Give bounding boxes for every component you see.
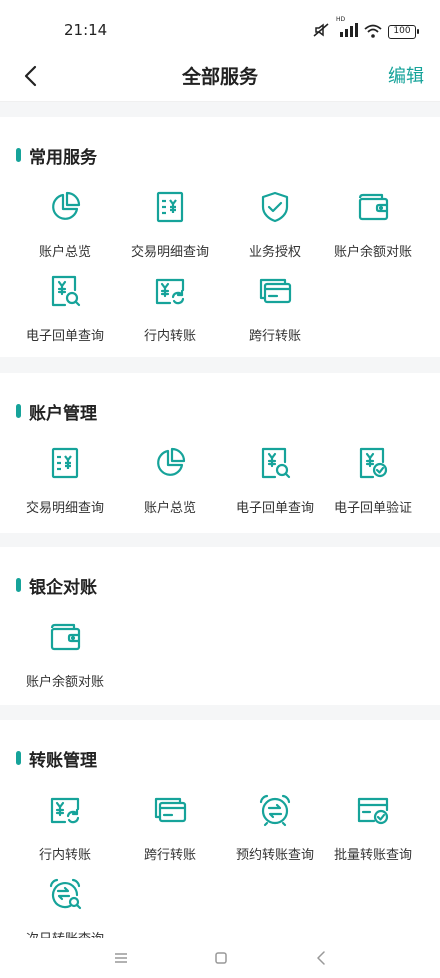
chevron-left-icon xyxy=(24,65,37,87)
back-button[interactable] xyxy=(12,58,48,94)
service-item-business-authorization[interactable]: 业务授权 xyxy=(220,185,330,265)
wifi-icon xyxy=(364,23,382,42)
section-title: 转账管理 xyxy=(16,741,97,775)
service-label: 电子回单查询 xyxy=(235,501,314,516)
yuan-refresh-icon xyxy=(45,790,85,830)
alarm-search-icon xyxy=(45,874,85,914)
shield-check-icon xyxy=(255,187,295,227)
section-common-services: 常用服务 账户总览 交易明细查询 业务授权 账户余额对账 电子回单查询 行内转账… xyxy=(0,117,440,357)
menu-icon xyxy=(115,953,127,963)
square-icon xyxy=(215,952,227,964)
battery-icon: 100 xyxy=(388,25,419,39)
mute-icon xyxy=(312,22,330,42)
card-check-icon xyxy=(353,790,393,830)
service-item-e-receipt-verify[interactable]: 电子回单验证 xyxy=(318,441,428,521)
section-marker xyxy=(16,578,21,592)
service-label: 交易明细查询 xyxy=(130,245,209,260)
wallet-icon xyxy=(45,617,85,657)
service-label: 账户余额对账 xyxy=(25,675,104,690)
service-item-account-overview[interactable]: 账户总览 xyxy=(115,441,225,521)
section-marker xyxy=(16,148,21,162)
service-item-intrabank-transfer[interactable]: 行内转账 xyxy=(10,788,120,868)
service-item-scheduled-transfer-query[interactable]: 预约转账查询 xyxy=(220,788,330,868)
nav-bar: 全部服务 编辑 xyxy=(0,50,440,102)
service-item-balance-reconciliation[interactable]: 账户余额对账 xyxy=(10,615,120,695)
hd-label: HD xyxy=(336,16,346,23)
receipt-search-icon xyxy=(255,443,295,483)
section-marker xyxy=(16,751,21,765)
receipt-search-icon xyxy=(45,271,85,311)
pie-chart-icon xyxy=(150,443,190,483)
service-label: 跨行转账 xyxy=(143,848,196,863)
service-item-transaction-detail[interactable]: 交易明细查询 xyxy=(10,441,120,521)
signal-icon: HD xyxy=(336,16,358,42)
section-account-management: 账户管理 交易明细查询 账户总览 电子回单查询 电子回单验证 xyxy=(0,373,440,533)
service-item-interbank-transfer[interactable]: 跨行转账 xyxy=(220,269,330,349)
service-label: 账户总览 xyxy=(38,245,91,260)
service-item-interbank-transfer[interactable]: 跨行转账 xyxy=(115,788,225,868)
section-title-text: 银企对账 xyxy=(29,577,97,598)
home-button[interactable] xyxy=(206,946,236,970)
yuan-refresh-icon xyxy=(150,271,190,311)
alarm-transfer-icon xyxy=(255,790,295,830)
status-time: 21:14 xyxy=(64,21,108,39)
section-title: 账户管理 xyxy=(16,394,97,428)
yuan-document-icon xyxy=(150,187,190,227)
section-transfer-management: 转账管理 行内转账 跨行转账 预约转账查询 批量转账查询 次日转账查询 xyxy=(0,720,440,947)
wallet-icon xyxy=(353,187,393,227)
service-label: 预约转账查询 xyxy=(235,848,314,863)
service-item-account-overview[interactable]: 账户总览 xyxy=(10,185,120,265)
section-title: 常用服务 xyxy=(16,138,97,172)
service-label: 电子回单查询 xyxy=(25,329,104,344)
section-marker xyxy=(16,404,21,418)
yuan-document-icon xyxy=(45,443,85,483)
chevron-left-icon xyxy=(317,951,325,965)
service-label: 账户总览 xyxy=(143,501,196,516)
service-item-e-receipt-query[interactable]: 电子回单查询 xyxy=(10,269,120,349)
service-item-balance-reconciliation[interactable]: 账户余额对账 xyxy=(318,185,428,265)
system-back-button[interactable] xyxy=(306,946,336,970)
cards-transfer-icon xyxy=(150,790,190,830)
pie-chart-icon xyxy=(45,187,85,227)
service-label: 电子回单验证 xyxy=(333,501,412,516)
receipt-check-icon xyxy=(353,443,393,483)
cards-transfer-icon xyxy=(255,271,295,311)
service-label: 行内转账 xyxy=(38,848,91,863)
status-bar: 21:14 HD 100 xyxy=(0,0,440,50)
service-item-intrabank-transfer[interactable]: 行内转账 xyxy=(115,269,225,349)
service-item-transaction-detail[interactable]: 交易明细查询 xyxy=(115,185,225,265)
page-title: 全部服务 xyxy=(181,66,258,88)
section-title-text: 账户管理 xyxy=(29,403,97,424)
system-nav-bar xyxy=(0,938,440,978)
service-label: 交易明细查询 xyxy=(25,501,104,516)
edit-button[interactable]: 编辑 xyxy=(388,62,424,88)
status-icons: HD 100 xyxy=(312,16,419,42)
service-label: 跨行转账 xyxy=(248,329,301,344)
service-item-batch-transfer-query[interactable]: 批量转账查询 xyxy=(318,788,428,868)
section-title-text: 常用服务 xyxy=(29,147,97,168)
section-title: 银企对账 xyxy=(16,568,97,602)
section-bank-reconciliation: 银企对账 账户余额对账 xyxy=(0,547,440,705)
section-title-text: 转账管理 xyxy=(29,750,97,771)
service-label: 业务授权 xyxy=(248,245,301,260)
service-label: 账户余额对账 xyxy=(333,245,412,260)
menu-button[interactable] xyxy=(106,946,136,970)
service-label: 行内转账 xyxy=(143,329,196,344)
service-item-e-receipt-query[interactable]: 电子回单查询 xyxy=(220,441,330,521)
service-label: 批量转账查询 xyxy=(333,848,412,863)
